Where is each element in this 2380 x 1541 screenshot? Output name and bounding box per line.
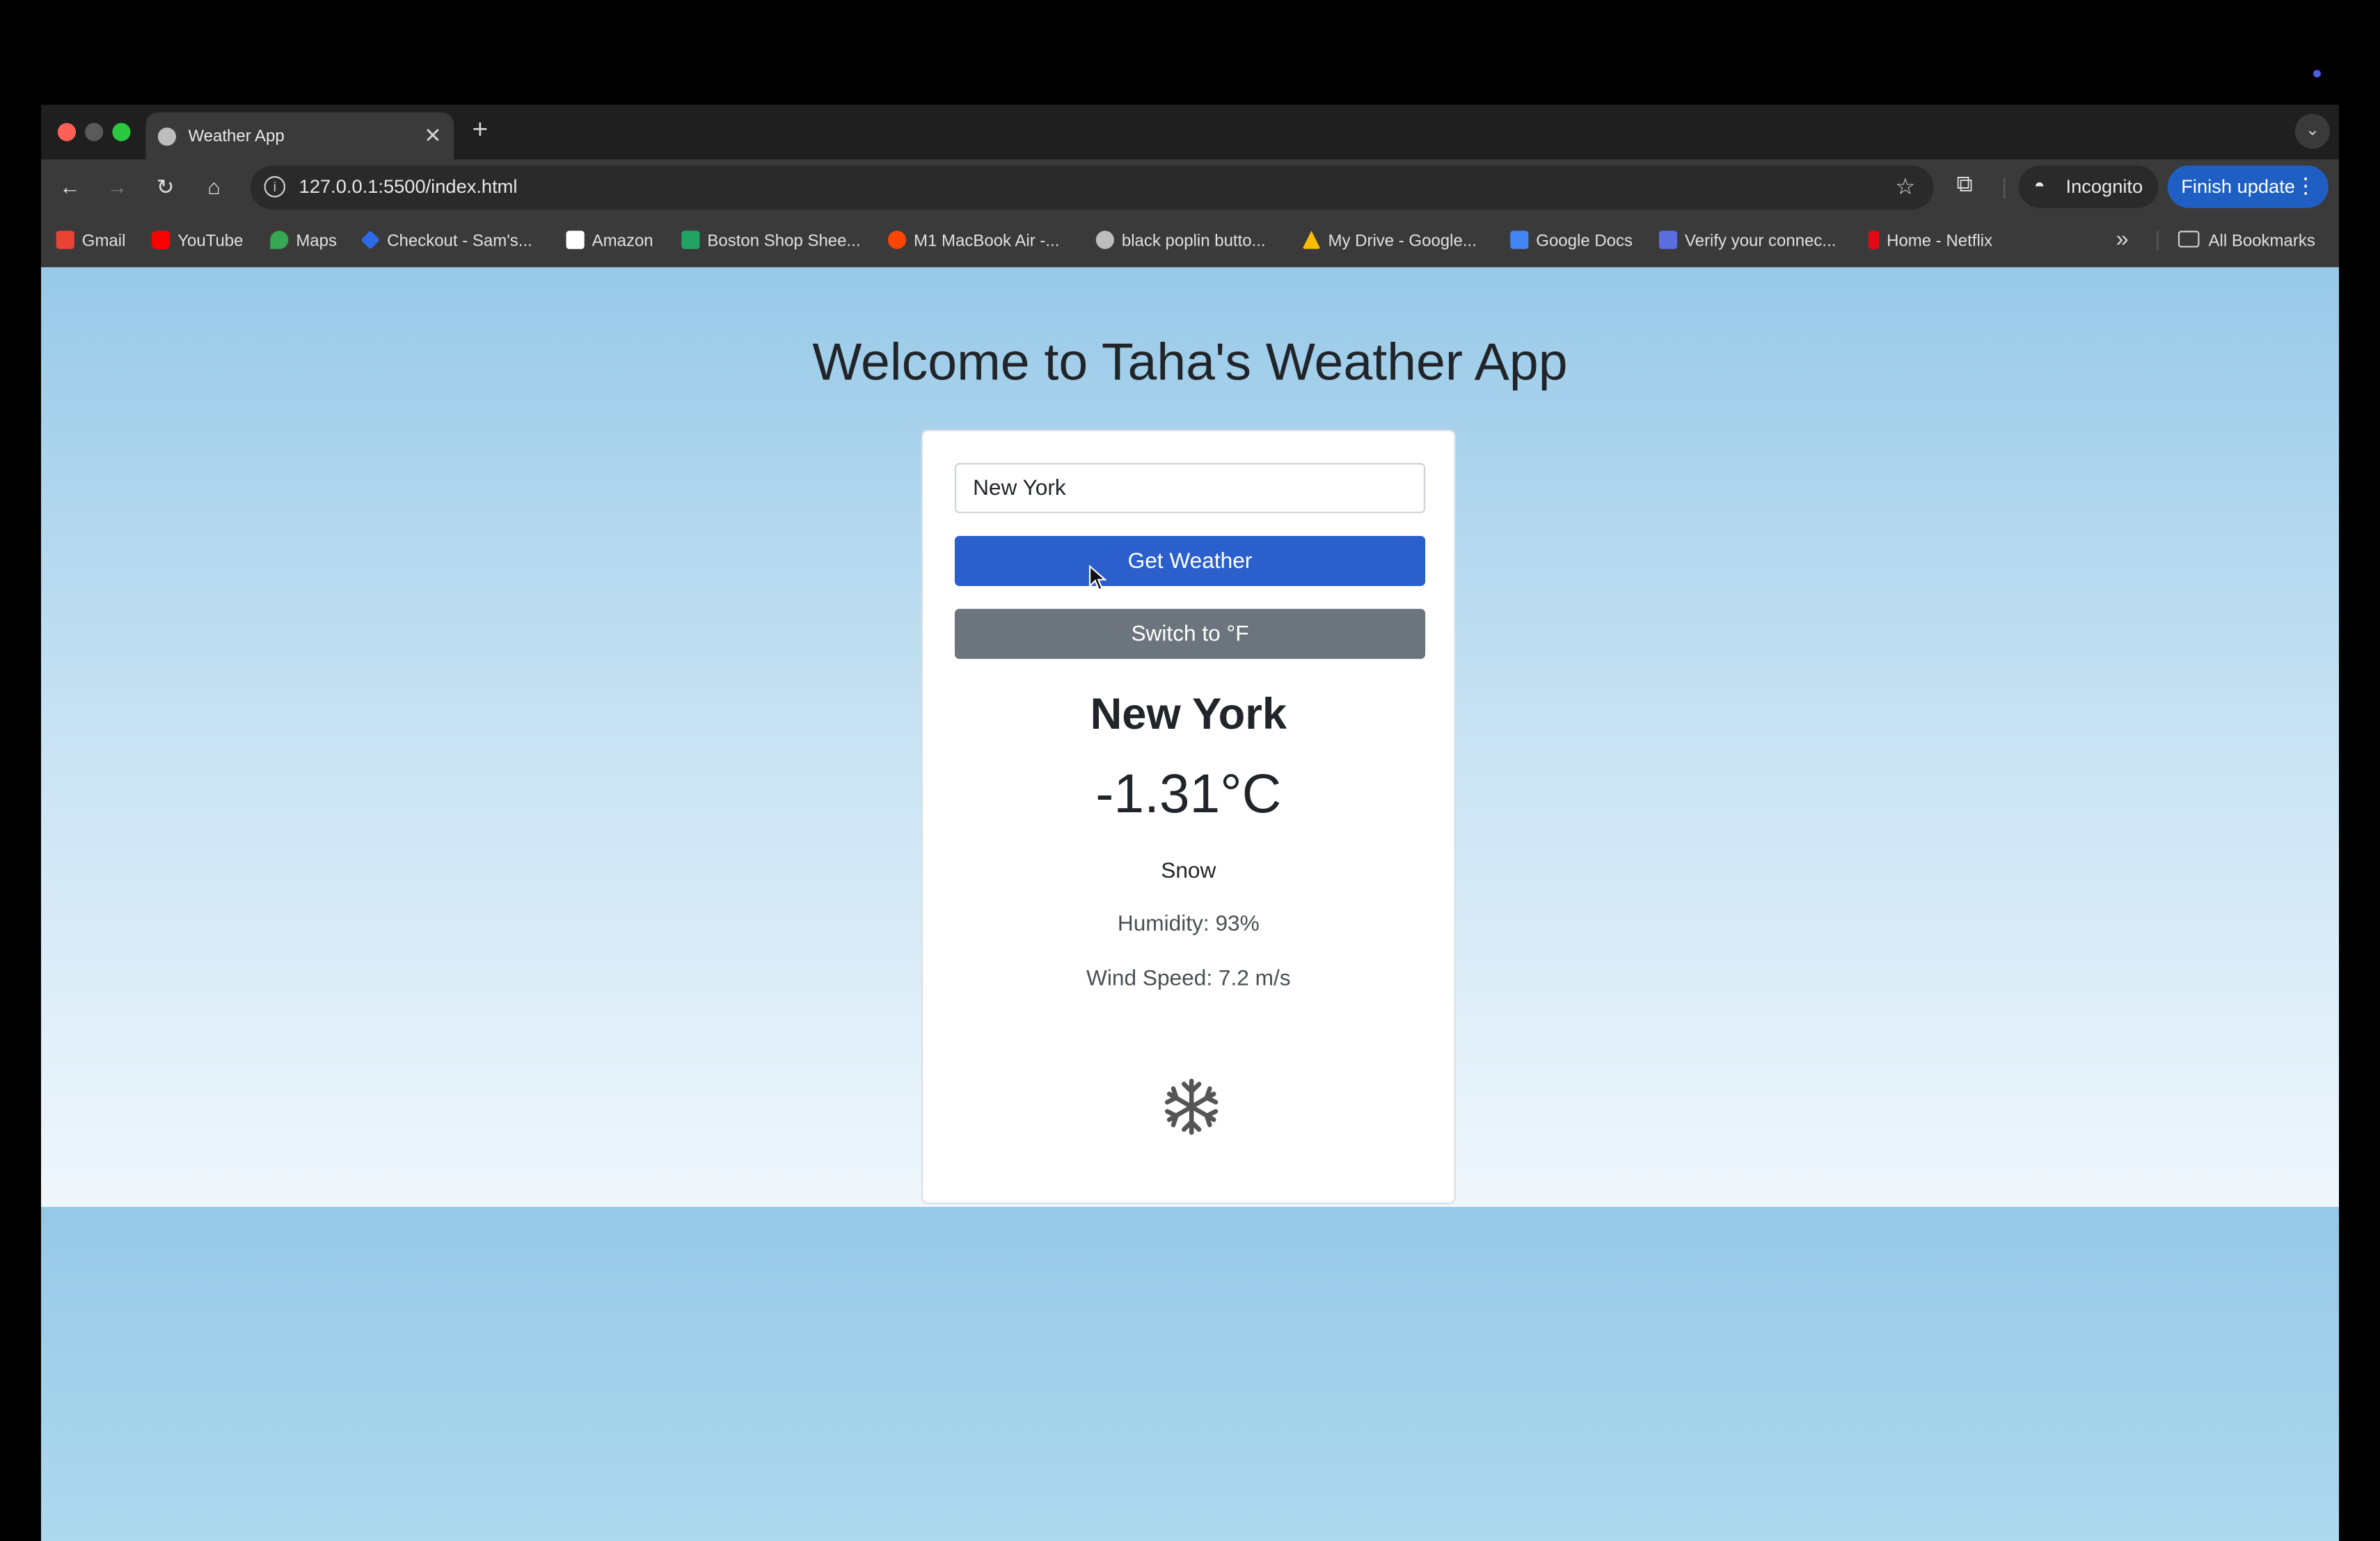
folder-icon bbox=[2177, 230, 2200, 248]
tab-weather-app[interactable]: Weather App ✕ bbox=[145, 112, 454, 160]
browser-window: Weather App ✕ + ⌄ ← → ↻ ⌂ i 127.0.0.1:55… bbox=[40, 104, 2340, 1541]
globe-icon bbox=[1095, 230, 1114, 249]
city-name: New York bbox=[1090, 690, 1287, 740]
switch-unit-button[interactable]: Switch to °F bbox=[954, 608, 1426, 659]
get-weather-button[interactable]: Get Weather bbox=[954, 535, 1426, 586]
bookmark-label: Gmail bbox=[81, 232, 126, 251]
snowflake-icon bbox=[1165, 1078, 1219, 1135]
sheets-icon bbox=[681, 230, 700, 249]
bookmark-gmail[interactable]: Gmail bbox=[56, 230, 126, 251]
maximize-window-button[interactable] bbox=[112, 123, 131, 141]
netflix-icon bbox=[1868, 230, 1880, 249]
recording-indicator bbox=[2313, 70, 2321, 78]
close-window-button[interactable] bbox=[57, 123, 77, 141]
bookmark-netflix[interactable]: Home - Netflix bbox=[1868, 230, 1993, 251]
bookmark-amazon[interactable]: Amazon bbox=[566, 230, 653, 251]
home-icon[interactable]: ⌂ bbox=[202, 175, 226, 199]
bookmark-label: YouTube bbox=[177, 232, 244, 251]
tab-strip: Weather App ✕ + ⌄ bbox=[40, 104, 2340, 160]
page-title: Welcome to Taha's Weather App bbox=[812, 333, 1568, 392]
url-text[interactable]: 127.0.0.1:5500/index.html bbox=[299, 176, 518, 198]
mouse-cursor-icon bbox=[1088, 564, 1107, 591]
bookmark-maps[interactable]: Maps bbox=[270, 230, 338, 251]
bookmark-checkout[interactable]: Checkout - Sam's... bbox=[360, 230, 532, 251]
finish-update-label: Finish update bbox=[2181, 176, 2295, 198]
bookmark-youtube[interactable]: YouTube bbox=[152, 230, 244, 251]
bookmark-label: Maps bbox=[296, 232, 338, 251]
city-input[interactable] bbox=[954, 463, 1426, 514]
bookmark-my-drive[interactable]: My Drive - Google... bbox=[1302, 230, 1477, 251]
page-viewport: Welcome to Taha's Weather App Get Weathe… bbox=[40, 267, 2340, 1541]
bookmark-label: Boston Shop Shee... bbox=[707, 232, 861, 251]
bookmarks-divider bbox=[2157, 230, 2159, 251]
site-info-icon[interactable]: i bbox=[264, 176, 286, 198]
incognito-label: Incognito bbox=[2065, 176, 2143, 198]
finish-update-button[interactable]: Finish update ⋮ bbox=[2167, 165, 2329, 208]
bookmark-macbook[interactable]: M1 MacBook Air -... bbox=[887, 230, 1060, 251]
docs-icon bbox=[1510, 230, 1529, 249]
bookmark-label: My Drive - Google... bbox=[1328, 232, 1477, 251]
more-menu-icon[interactable]: ⋮ bbox=[2295, 173, 2317, 199]
bookmark-star-icon[interactable]: ☆ bbox=[1895, 173, 1915, 200]
bookmark-boston-shop[interactable]: Boston Shop Shee... bbox=[681, 230, 861, 251]
incognito-icon: ◓ bbox=[2033, 174, 2045, 196]
youtube-icon bbox=[152, 230, 170, 249]
all-bookmarks-button[interactable]: All Bookmarks bbox=[2177, 230, 2315, 251]
diamond-icon bbox=[360, 230, 381, 250]
close-tab-icon[interactable]: ✕ bbox=[424, 123, 442, 149]
wind-speed: Wind Speed: 7.2 m/s bbox=[1086, 967, 1291, 992]
bookmark-label: Amazon bbox=[592, 232, 653, 251]
bookmark-label: Google Docs bbox=[1536, 232, 1633, 251]
bookmark-label: Home - Netflix bbox=[1887, 232, 1993, 251]
bookmarks-bar: Gmail YouTube Maps Checkout - Sam's... A… bbox=[40, 214, 2340, 267]
more-bookmarks-chevron-icon[interactable]: » bbox=[2116, 226, 2128, 252]
address-bar[interactable]: i 127.0.0.1:5500/index.html ☆ bbox=[250, 165, 1934, 210]
bookmark-verify[interactable]: Verify your connec... bbox=[1658, 230, 1836, 251]
globe-icon bbox=[157, 127, 177, 146]
bookmark-label: M1 MacBook Air -... bbox=[914, 232, 1060, 251]
humidity: Humidity: 93% bbox=[1117, 912, 1260, 937]
tab-title: Weather App bbox=[188, 127, 285, 146]
maps-pin-icon bbox=[270, 230, 289, 249]
browser-toolbar: ← → ↻ ⌂ i 127.0.0.1:5500/index.html ☆ ⧉ … bbox=[40, 159, 2340, 214]
drive-icon bbox=[1302, 230, 1321, 249]
forward-arrow-icon[interactable]: → bbox=[104, 175, 129, 199]
people-icon bbox=[1658, 230, 1678, 249]
minimize-window-button[interactable] bbox=[85, 123, 104, 141]
gmail-icon bbox=[56, 230, 74, 249]
tab-search-button[interactable]: ⌄ bbox=[2294, 113, 2331, 149]
bookmark-poplin[interactable]: black poplin butto... bbox=[1095, 230, 1266, 251]
all-bookmarks-label: All Bookmarks bbox=[2208, 232, 2315, 251]
reddit-icon bbox=[887, 230, 907, 249]
bookmark-label: black poplin butto... bbox=[1121, 232, 1266, 251]
back-arrow-icon[interactable]: ← bbox=[58, 175, 82, 199]
toolbar-divider bbox=[2004, 177, 2006, 199]
bookmark-google-docs[interactable]: Google Docs bbox=[1510, 230, 1633, 251]
reload-icon[interactable]: ↻ bbox=[153, 175, 177, 200]
extensions-puzzle-icon[interactable]: ⧉ bbox=[1956, 171, 1972, 197]
temperature: -1.31°C bbox=[1095, 762, 1282, 825]
new-tab-button[interactable]: + bbox=[472, 114, 488, 146]
weather-description: Snow bbox=[1161, 859, 1216, 884]
incognito-button[interactable]: ◓ Incognito bbox=[2018, 165, 2159, 208]
bookmark-label: Checkout - Sam's... bbox=[387, 232, 532, 251]
amazon-icon bbox=[566, 230, 585, 249]
screen: Weather App ✕ + ⌄ ← → ↻ ⌂ i 127.0.0.1:55… bbox=[0, 0, 2380, 1541]
weather-card: Get Weather Switch to °F New York -1.31°… bbox=[921, 429, 1456, 1204]
bookmark-label: Verify your connec... bbox=[1685, 232, 1836, 251]
